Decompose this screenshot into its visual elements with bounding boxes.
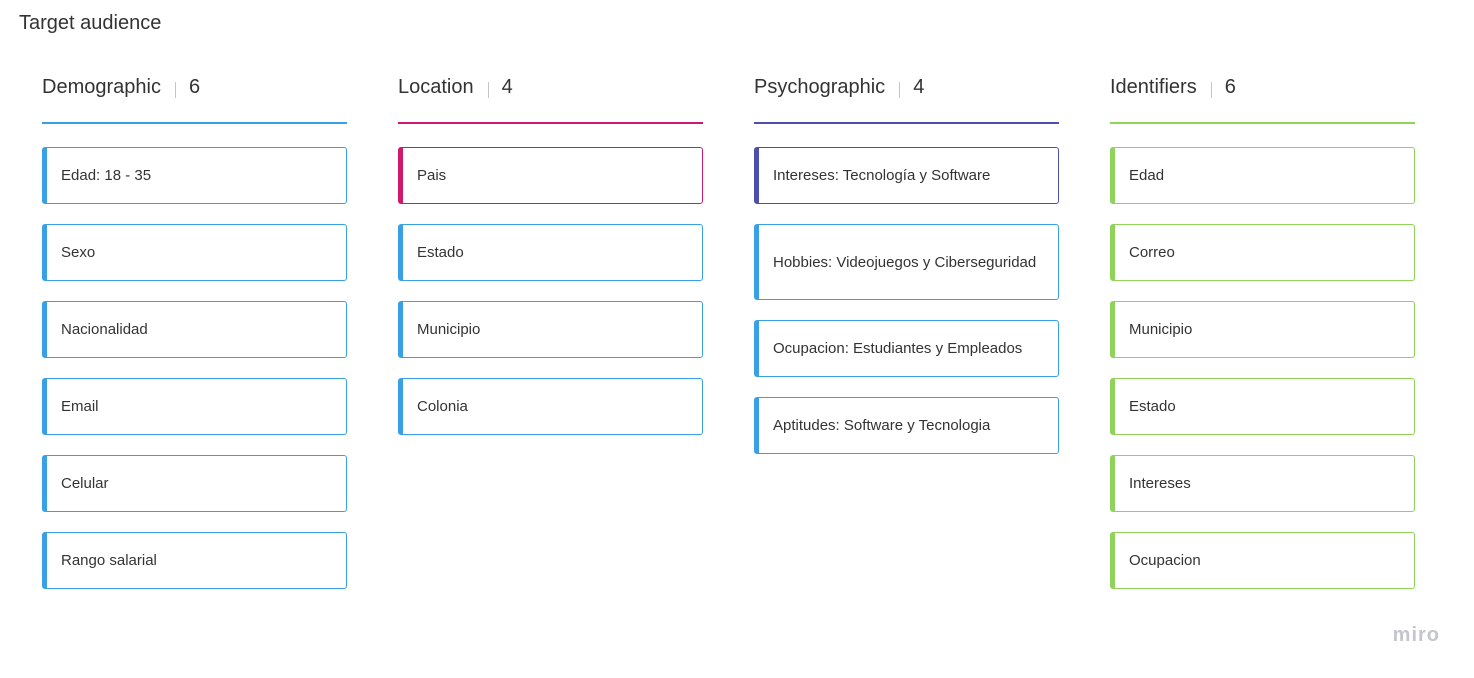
card-estado[interactable]: Estado — [398, 224, 703, 281]
column-demographic: Demographic 6 Edad: 18 - 35 Sexo Naciona… — [42, 72, 347, 609]
column-card-count: 6 — [188, 76, 201, 98]
column-title[interactable]: Psychographic — [754, 76, 885, 99]
card-email[interactable]: Email — [42, 378, 347, 435]
card-colonia[interactable]: Colonia — [398, 378, 703, 435]
card-pais[interactable]: Pais — [398, 147, 703, 204]
card-ocupacion[interactable]: Ocupacion — [1110, 532, 1415, 589]
card-edad[interactable]: Edad — [1110, 147, 1415, 204]
column-title[interactable]: Identifiers — [1110, 76, 1197, 99]
column-separator — [1210, 82, 1212, 98]
card-list: Edad: 18 - 35 Sexo Nacionalidad Email Ce… — [42, 147, 347, 609]
column-separator — [487, 82, 489, 98]
column-separator — [899, 82, 901, 98]
card-ocupacion[interactable]: Ocupacion: Estudiantes y Empleados — [754, 320, 1059, 377]
card-nacionalidad[interactable]: Nacionalidad — [42, 301, 347, 358]
card-list: Pais Estado Municipio Colonia — [398, 147, 703, 455]
card-estado[interactable]: Estado — [1110, 378, 1415, 435]
column-title[interactable]: Location — [398, 76, 474, 99]
card-edad-18-35[interactable]: Edad: 18 - 35 — [42, 147, 347, 204]
column-header: Identifiers 6 — [1110, 72, 1415, 122]
column-header: Demographic 6 — [42, 72, 347, 122]
column-card-count: 6 — [1224, 76, 1236, 98]
card-intereses[interactable]: Intereses — [1110, 455, 1415, 512]
column-divider-line — [754, 122, 1059, 124]
card-rango-salarial[interactable]: Rango salarial — [42, 532, 347, 589]
column-identifiers: Identifiers 6 Edad Correo Municipio Esta… — [1110, 72, 1415, 609]
card-sexo[interactable]: Sexo — [42, 224, 347, 281]
column-header: Psychographic 4 — [754, 72, 1059, 122]
card-municipio[interactable]: Municipio — [398, 301, 703, 358]
column-location: Location 4 Pais Estado Municipio Colonia — [398, 72, 703, 455]
column-card-count: 4 — [501, 76, 513, 98]
column-title[interactable]: Demographic — [42, 76, 161, 99]
card-correo[interactable]: Correo — [1110, 224, 1415, 281]
card-hobbies[interactable]: Hobbies: Videojuegos y Ciberseguridad — [754, 224, 1059, 300]
column-divider-line — [42, 122, 347, 124]
card-intereses[interactable]: Intereses: Tecnología y Software — [754, 147, 1059, 204]
board-title: Target audience — [19, 12, 162, 34]
miro-logo: miro — [1392, 624, 1440, 646]
column-divider-line — [1110, 122, 1415, 124]
column-header: Location 4 — [398, 72, 703, 122]
column-psychographic: Psychographic 4 Intereses: Tecnología y … — [754, 72, 1059, 474]
card-list: Edad Correo Municipio Estado Intereses O… — [1110, 147, 1415, 609]
card-list: Intereses: Tecnología y Software Hobbies… — [754, 147, 1059, 474]
column-divider-line — [398, 122, 703, 124]
card-municipio[interactable]: Municipio — [1110, 301, 1415, 358]
card-celular[interactable]: Celular — [42, 455, 347, 512]
card-aptitudes[interactable]: Aptitudes: Software y Tecnologia — [754, 397, 1059, 454]
column-card-count: 4 — [913, 76, 925, 98]
column-separator — [174, 82, 176, 98]
